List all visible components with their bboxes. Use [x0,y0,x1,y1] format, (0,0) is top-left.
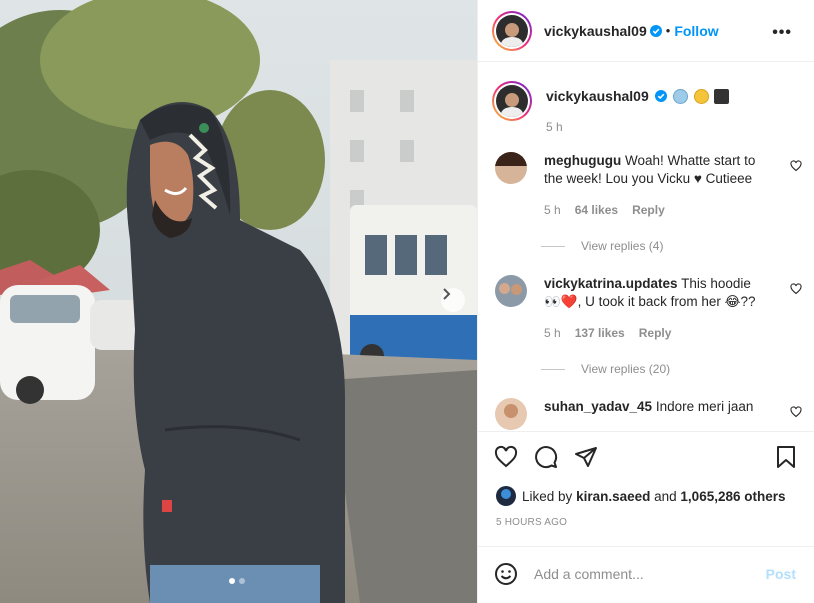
likes-count[interactable]: 1,065,286 others [680,489,785,504]
commenter-avatar[interactable] [495,275,527,307]
woozy-face-emoji [693,89,709,104]
liked-by-user[interactable]: kiran.saeed [576,489,650,504]
view-replies-label: View replies (4) [581,239,664,253]
more-options-button[interactable]: ••• [772,24,792,42]
emoji-smiley-icon[interactable] [494,562,518,586]
view-replies-button[interactable]: View replies (4) [541,239,814,253]
like-comment-heart-icon[interactable] [790,160,802,172]
post-caption: vickykaushal09 5 h [492,81,814,134]
caption-username[interactable]: vickykaushal09 [546,88,649,104]
comment-item: suhan_yadav_45 Indore meri jaan [492,398,814,430]
post-actions: Liked by kiran.saeed and 1,065,286 other… [478,431,814,546]
commenter-avatar[interactable] [495,152,527,184]
commenter-avatar[interactable] [495,398,527,430]
separator-dot: • [665,23,671,38]
comment-item: vickykatrina.updates This hoodie 👀❤️, U … [492,275,814,342]
commenter-username[interactable]: vickykatrina.updates [544,276,678,291]
carousel-indicator [229,578,245,584]
comment-input[interactable] [534,566,754,582]
like-heart-icon[interactable] [494,445,518,469]
comment-likes[interactable]: 64 likes [575,201,618,219]
comment-time[interactable]: 5 h [544,201,561,219]
post-sidebar: vickykaushal09 • Follow ••• vickykaushal… [477,0,814,603]
post-header: vickykaushal09 • Follow ••• [478,0,814,62]
clapper-board-emoji [714,89,730,104]
save-bookmark-icon[interactable] [774,445,798,469]
post-comment-button[interactable]: Post [766,566,796,582]
liker-avatar [496,486,516,506]
verified-badge-icon [655,90,668,102]
like-comment-heart-icon[interactable] [790,283,802,295]
liked-by-prefix: Liked by [522,488,573,504]
next-photo-button[interactable] [441,288,465,312]
comment-emojis: 👀❤️ [544,294,578,309]
post-modal: vickykaushal09 • Follow ••• vickykaushal… [0,0,814,603]
cold-face-emoji [673,89,688,104]
comment-likes[interactable]: 137 likes [575,324,625,342]
replies-divider [541,368,565,370]
reply-button[interactable]: Reply [639,324,672,342]
caption-author-avatar[interactable] [492,81,532,121]
comments-list[interactable]: vickykaushal09 5 h meghugugu Woah! Whatt… [478,63,814,430]
chevron-right-icon [443,288,451,300]
carousel-dot [239,578,245,584]
author-username[interactable]: vickykaushal09 [544,23,647,39]
comment-bubble-icon[interactable] [534,445,558,469]
comment-text-end: , U took it back from her 😂?? [577,294,756,309]
caption-time[interactable]: 5 h [546,120,729,134]
commenter-username[interactable]: suhan_yadav_45 [544,399,652,414]
reply-button[interactable]: Reply [632,201,665,219]
comment-text: This hoodie [681,276,751,291]
comment-time[interactable]: 5 h [544,324,561,342]
like-comment-heart-icon[interactable] [790,406,802,418]
add-comment-bar: Post [478,546,814,601]
view-replies-button[interactable]: View replies (20) [541,362,814,376]
view-replies-label: View replies (20) [581,362,671,376]
likes-summary[interactable]: Liked by kiran.saeed and 1,065,286 other… [478,486,814,506]
author-avatar[interactable] [492,10,532,51]
follow-button[interactable]: Follow [674,23,718,39]
photo-illustration [0,0,477,603]
post-photo[interactable] [0,0,477,603]
share-paper-plane-icon[interactable] [574,445,598,469]
carousel-dot-active [229,578,235,584]
commenter-username[interactable]: meghugugu [544,153,621,168]
replies-divider [541,245,565,247]
comment-text: Indore meri jaan [655,399,754,414]
post-timestamp[interactable]: 5 HOURS AGO [478,517,814,528]
verified-badge-icon [649,24,662,37]
liked-by-and: and [654,488,677,504]
comment-item: meghugugu Woah! Whatte start to the week… [492,152,814,219]
